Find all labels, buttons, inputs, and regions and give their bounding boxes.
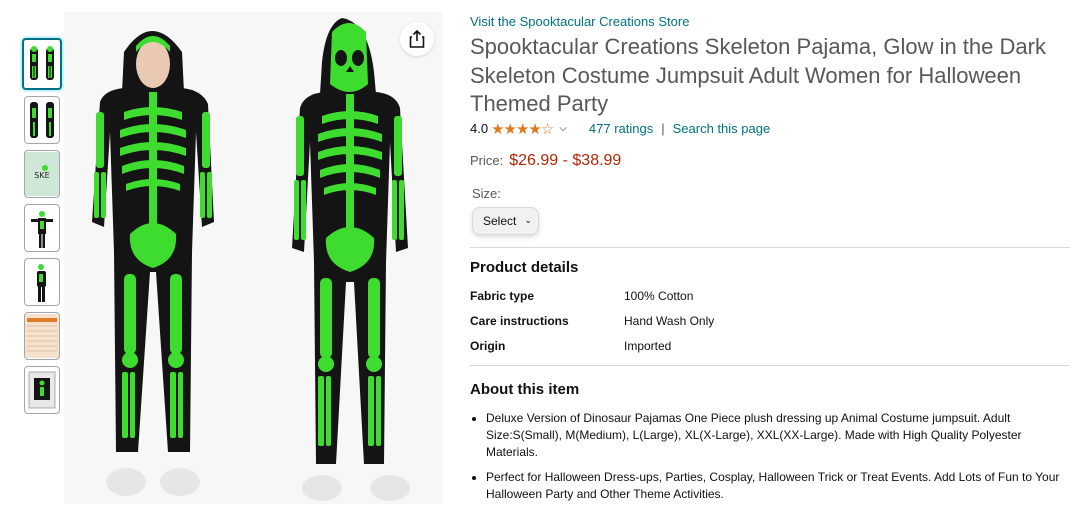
thumbnail-size-chart[interactable] <box>24 312 60 360</box>
thumbnail-pose-arms[interactable] <box>24 204 60 252</box>
product-details-table: Fabric type 100% Cotton Care instruction… <box>470 284 1070 359</box>
about-heading: About this item <box>470 380 580 398</box>
thumbnail-logo[interactable]: SKE <box>24 150 60 198</box>
details-key: Fabric type <box>470 289 535 303</box>
details-key: Care instructions <box>470 314 569 328</box>
divider <box>470 246 1070 248</box>
size-select-dropdown[interactable]: Select ⌄ <box>472 206 539 235</box>
store-link[interactable]: Visit the Spooktacular Creations Store <box>470 14 1070 29</box>
price-row: Price: $26.99 - $38.99 <box>470 152 1070 170</box>
skeleton-costume-illustration <box>64 12 442 504</box>
rating-value: 4.0 <box>470 121 489 136</box>
thumbnail-side-views[interactable] <box>24 96 60 144</box>
divider <box>470 364 1070 366</box>
thumbnail-front-back[interactable] <box>22 38 62 90</box>
product-info: Visit the Spooktacular Creations Store S… <box>470 14 1070 511</box>
price-label: Price: <box>470 152 504 168</box>
size-select-label: Select <box>483 213 517 228</box>
details-key: Origin <box>470 339 506 353</box>
thumbnail-list: SKE <box>22 38 62 420</box>
search-this-page-link[interactable]: Search this page <box>673 121 771 136</box>
share-button[interactable] <box>400 22 434 56</box>
svg-text:SKE: SKE <box>34 171 49 180</box>
thumbnail-pose-side[interactable] <box>24 258 60 306</box>
about-bullets: Deluxe Version of Dinosaur Pajamas One P… <box>470 410 1070 503</box>
chevron-down-icon: ⌄ <box>524 215 532 225</box>
price-range: $26.99 - $38.99 <box>509 151 622 169</box>
thumbnail-package[interactable] <box>24 366 60 414</box>
size-label: Size: <box>472 185 501 201</box>
details-value: Hand Wash Only <box>624 314 715 328</box>
ratings-count-link[interactable]: 477 ratings <box>589 121 653 136</box>
details-row: Fabric type 100% Cotton <box>470 284 714 309</box>
separator: | <box>661 121 665 136</box>
main-product-image[interactable] <box>64 12 442 504</box>
chevron-down-icon[interactable]: ⌵ <box>559 123 567 134</box>
details-value: Imported <box>624 339 672 353</box>
about-section: About this item Deluxe Version of Dinosa… <box>470 381 1070 503</box>
star-rating-icon[interactable]: ★★★★☆ <box>491 120 554 138</box>
details-row: Care instructions Hand Wash Only <box>470 309 714 334</box>
product-title: Spooktacular Creations Skeleton Pajama, … <box>470 34 1046 116</box>
details-value: 100% Cotton <box>624 289 694 303</box>
product-details-heading: Product details <box>470 258 579 276</box>
list-item: Perfect for Halloween Dress-ups, Parties… <box>486 469 1070 503</box>
share-icon <box>409 30 425 48</box>
rating-row: 4.0 ★★★★☆ ⌵ 477 ratings | Search this pa… <box>470 120 1070 138</box>
details-row: Origin Imported <box>470 334 714 359</box>
list-item: Deluxe Version of Dinosaur Pajamas One P… <box>486 410 1070 461</box>
